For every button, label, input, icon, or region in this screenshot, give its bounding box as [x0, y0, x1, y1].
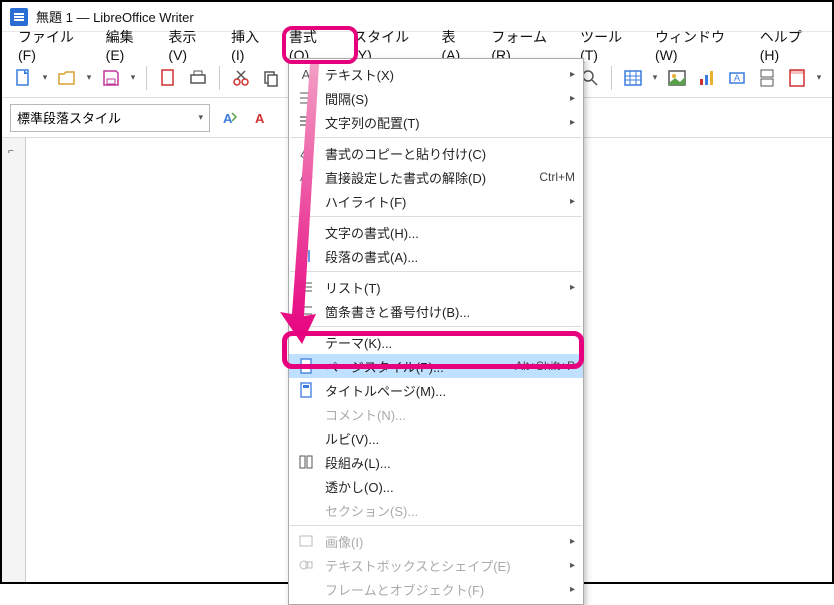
menu-item-character[interactable]: A文字の書式(H)... — [289, 220, 583, 244]
menu-item-list[interactable]: リスト(T)▸ — [289, 275, 583, 299]
menu-view[interactable]: 表示(V) — [158, 24, 221, 66]
menu-item-theme[interactable]: テーマ(K)... — [289, 330, 583, 354]
section-icon — [295, 500, 317, 520]
svg-text:A: A — [300, 226, 308, 240]
align-icon — [295, 112, 317, 132]
menu-item-highlight[interactable]: ハイライト(F)▸ — [289, 189, 583, 213]
paragraph-icon — [295, 246, 317, 266]
columns-icon — [295, 452, 317, 472]
character-icon: A — [295, 222, 317, 242]
svg-text:A: A — [300, 172, 308, 184]
menu-help[interactable]: ヘルプ(H) — [750, 24, 826, 66]
menu-item-align[interactable]: 文字列の配置(T)▸ — [289, 110, 583, 134]
copy-button[interactable] — [258, 65, 284, 91]
insert-textbox-button[interactable]: A — [724, 65, 750, 91]
ruler-corner: ⌐ — [8, 146, 14, 157]
insert-table-button[interactable] — [620, 65, 646, 91]
format-menu-dropdown: Aテキスト(X)▸ 間隔(S)▸ 文字列の配置(T)▸ 書式のコピーと貼り付け(… — [288, 58, 584, 605]
menu-edit[interactable]: 編集(E) — [96, 24, 159, 66]
menu-item-section: セクション(S)... — [289, 498, 583, 522]
list-icon — [295, 277, 317, 297]
chevron-down-icon: ▾ — [198, 112, 203, 123]
highlight-icon — [295, 191, 317, 211]
frame-icon — [295, 579, 317, 599]
header-dropdown[interactable] — [814, 65, 824, 91]
table-dropdown[interactable] — [650, 65, 660, 91]
titlepage-icon — [295, 380, 317, 400]
menu-item-title-page[interactable]: タイトルページ(M)... — [289, 378, 583, 402]
insert-chart-button[interactable] — [694, 65, 720, 91]
clear-icon: A — [295, 167, 317, 187]
svg-text:A: A — [223, 111, 233, 126]
theme-icon — [295, 332, 317, 352]
print-button[interactable] — [185, 65, 211, 91]
menu-item-columns[interactable]: 段組み(L)... — [289, 450, 583, 474]
menu-item-bullets[interactable]: 12箇条書きと番号付け(B)... — [289, 299, 583, 323]
menu-file[interactable]: ファイル(F) — [8, 24, 96, 66]
menu-item-watermark[interactable]: 透かし(O)... — [289, 474, 583, 498]
menu-insert[interactable]: 挿入(I) — [221, 24, 279, 66]
menu-item-clone-formatting[interactable]: 書式のコピーと貼り付け(C) — [289, 141, 583, 165]
app-icon — [10, 8, 28, 26]
menu-item-clear-formatting[interactable]: A直接設定した書式の解除(D)Ctrl+M — [289, 165, 583, 189]
new-doc-button[interactable] — [10, 65, 36, 91]
shape-icon — [295, 555, 317, 575]
menu-item-ruby[interactable]: ルビ(V)... — [289, 426, 583, 450]
save-button[interactable] — [98, 65, 124, 91]
svg-text:A: A — [734, 73, 740, 83]
svg-text:A: A — [255, 111, 265, 126]
menu-item-text[interactable]: Aテキスト(X)▸ — [289, 62, 583, 86]
menu-item-spacing[interactable]: 間隔(S)▸ — [289, 86, 583, 110]
image-icon — [295, 531, 317, 551]
separator — [146, 66, 147, 90]
insert-header-button[interactable] — [784, 65, 810, 91]
comment-icon — [295, 404, 317, 424]
cut-button[interactable] — [228, 65, 254, 91]
vertical-ruler: ⌐ — [2, 138, 26, 582]
menu-window[interactable]: ウィンドウ(W) — [645, 24, 750, 66]
open-dropdown[interactable] — [84, 65, 94, 91]
open-button[interactable] — [54, 65, 80, 91]
menu-item-paragraph[interactable]: 段落の書式(A)... — [289, 244, 583, 268]
watermark-icon — [295, 476, 317, 496]
insert-image-button[interactable] — [664, 65, 690, 91]
clone-icon — [295, 143, 317, 163]
text-icon: A — [295, 64, 317, 84]
bullets-icon: 12 — [295, 301, 317, 321]
separator — [611, 66, 612, 90]
new-dropdown[interactable] — [40, 65, 50, 91]
save-dropdown[interactable] — [128, 65, 138, 91]
menu-item-comment: コメント(N)... — [289, 402, 583, 426]
paragraph-style-combo[interactable]: 標準段落スタイル ▾ — [10, 104, 210, 132]
new-style-button[interactable]: A — [248, 105, 274, 131]
ruby-icon — [295, 428, 317, 448]
menu-item-frame: フレームとオブジェクト(F)▸ — [289, 577, 583, 601]
menu-item-image: 画像(I)▸ — [289, 529, 583, 553]
export-pdf-button[interactable] — [155, 65, 181, 91]
svg-text:1: 1 — [299, 305, 303, 312]
menu-item-page-style[interactable]: ページスタイル(P)...Alt+Shift+P — [289, 354, 583, 378]
menu-item-textbox-shape: テキストボックスとシェイプ(E)▸ — [289, 553, 583, 577]
update-style-button[interactable]: A — [216, 105, 242, 131]
menu-bar: ファイル(F) 編集(E) 表示(V) 挿入(I) 書式(O) スタイル(Y) … — [2, 32, 832, 58]
paragraph-style-value: 標準段落スタイル — [17, 108, 121, 127]
separator — [219, 66, 220, 90]
svg-text:2: 2 — [299, 312, 303, 319]
insert-page-break-button[interactable] — [754, 65, 780, 91]
page-icon — [295, 356, 317, 376]
spacing-icon — [295, 88, 317, 108]
